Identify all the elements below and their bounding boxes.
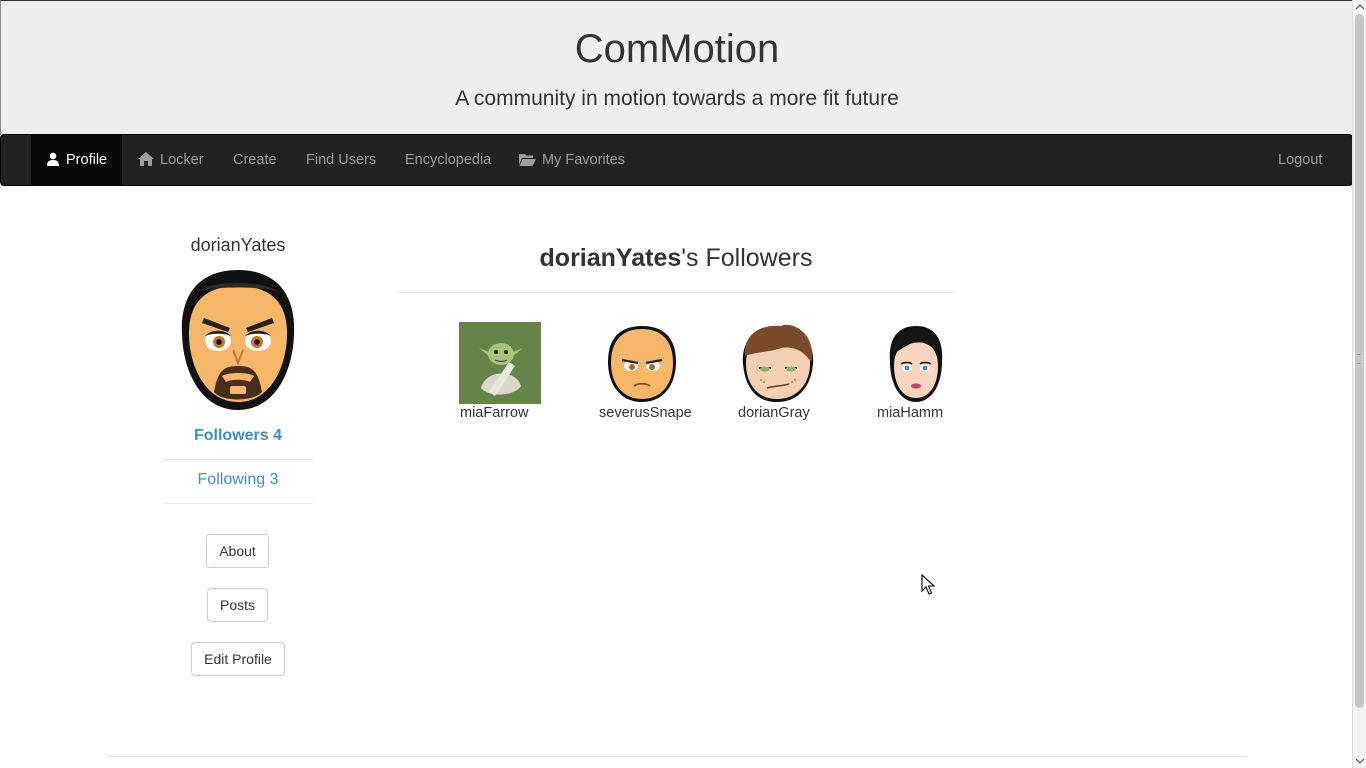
nav-locker[interactable]: Locker [123,135,219,185]
nav-encyclopedia[interactable]: Encyclopedia [390,135,506,185]
page-title: dorianYates's Followers [398,244,954,273]
sidebar-divider [163,503,313,504]
site-header: ComMotion A community in motion towards … [0,0,1352,135]
scroll-up-arrow-icon[interactable] [1355,2,1365,12]
footer-divider [107,756,1247,757]
nav-encyclopedia-label: Encyclopedia [405,152,492,168]
brown-hair-man-avatar[interactable] [737,322,819,404]
nav-profile-label: Profile [66,152,108,168]
edit-profile-button[interactable]: Edit Profile [191,642,285,676]
follower-name[interactable]: miaHamm [877,405,943,421]
folder-open-icon [519,154,536,166]
site-title: ComMotion [574,27,780,71]
nav-my-favorites[interactable]: My Favorites [504,135,640,185]
title-divider [398,292,954,293]
sidebar-divider [163,459,313,460]
followers-link[interactable]: Followers 4 [163,427,313,445]
following-link[interactable]: Following 3 [163,471,313,489]
bald-man-avatar[interactable] [602,322,684,404]
main-navbar: Profile Locker Create Find Users Encyclo… [0,134,1353,186]
profile-username: dorianYates [190,235,286,255]
scrollbar-grip [1357,354,1361,364]
follower-name[interactable]: dorianGray [738,405,810,421]
nav-logout-label: Logout [1278,152,1323,168]
mouse-cursor-icon [921,574,935,595]
page-title-user: dorianYates [539,244,682,272]
page-scrollbar[interactable] [1352,0,1366,768]
nav-create[interactable]: Create [218,135,292,185]
nav-logout[interactable]: Logout [1263,135,1337,185]
nav-my-favorites-label: My Favorites [542,152,625,168]
about-button[interactable]: About [206,534,269,568]
profile-avatar [181,270,295,410]
dark-hair-woman-avatar[interactable] [876,322,958,404]
posts-button[interactable]: Posts [207,588,268,622]
site-tagline: A community in motion towards a more fit… [455,87,899,110]
nav-create-label: Create [233,152,277,168]
nav-locker-label: Locker [160,152,204,168]
follower-name[interactable]: severusSnape [599,405,692,421]
nav-find-users-label: Find Users [306,152,377,168]
user-icon [47,152,59,166]
follower-name[interactable]: miaFarrow [460,405,528,421]
nav-profile[interactable]: Profile [31,135,123,185]
home-icon [138,152,154,166]
page-title-suffix: 's Followers [681,244,813,272]
yoda-avatar[interactable] [459,322,541,404]
nav-find-users[interactable]: Find Users [291,135,391,185]
scroll-down-arrow-icon[interactable] [1355,756,1365,766]
